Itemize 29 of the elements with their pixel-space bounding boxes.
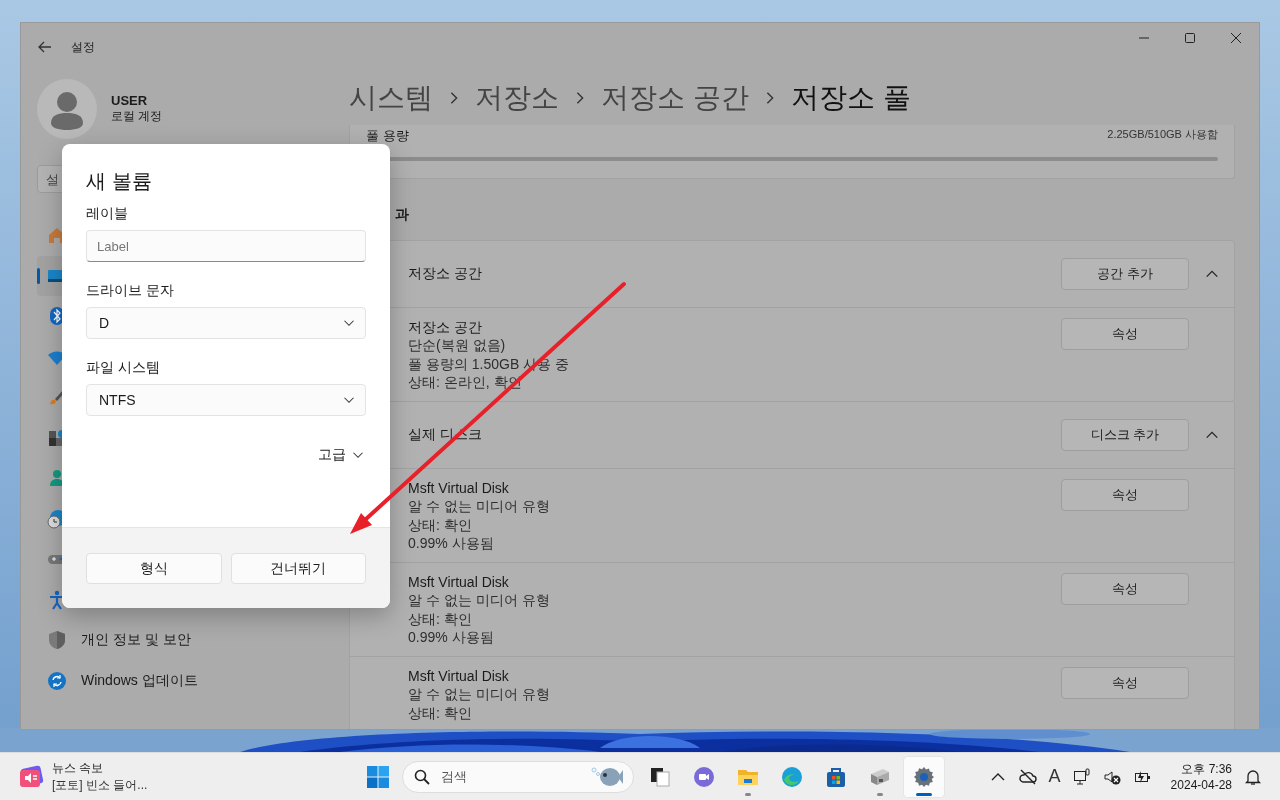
sidebar-label: 개인 정보 및 보안 bbox=[81, 631, 191, 650]
window-title: 설정 bbox=[71, 38, 95, 56]
account-type: 로컬 계정 bbox=[111, 108, 163, 125]
dropdown-value: D bbox=[99, 315, 110, 331]
item-detail: 0.99% 사용됨 bbox=[408, 628, 495, 647]
field-label: 파일 시스템 bbox=[86, 359, 161, 377]
capacity-value: 2.25GB/510GB 사용함 bbox=[1107, 127, 1218, 142]
capacity-label: 풀 용량 bbox=[366, 127, 409, 145]
dialog-title: 새 볼륨 bbox=[86, 169, 153, 194]
item-title: 저장소 공간 bbox=[408, 318, 483, 336]
field-label: 레이블 bbox=[86, 205, 129, 223]
item-title: Msft Virtual Disk bbox=[408, 667, 510, 685]
item-detail: 알 수 없는 미디어 유형 bbox=[408, 591, 551, 610]
item-title: Msft Virtual Disk bbox=[408, 479, 510, 497]
item-title: Msft Virtual Disk bbox=[408, 573, 510, 591]
dropdown-value: NTFS bbox=[99, 392, 136, 408]
item-detail: 단순(복원 없음) bbox=[408, 336, 507, 355]
section-heading: 과 bbox=[394, 206, 410, 224]
breadcrumb-item: 저장소 풀 bbox=[790, 81, 911, 115]
item-detail: 상태: 확인 bbox=[408, 609, 473, 628]
sidebar-label: Windows 업데이트 bbox=[81, 671, 198, 690]
item-detail: 상태: 확인 bbox=[408, 703, 473, 722]
group-title: 저장소 공간 bbox=[408, 265, 483, 283]
item-detail: 상태: 확인 bbox=[408, 515, 473, 534]
item-detail: 알 수 없는 미디어 유형 bbox=[408, 685, 551, 704]
user-name: USER bbox=[111, 93, 149, 108]
item-detail: 알 수 없는 미디어 유형 bbox=[408, 497, 551, 516]
field-label: 드라이브 문자 bbox=[86, 282, 175, 300]
item-detail: 0.99% 사용됨 bbox=[408, 534, 495, 553]
